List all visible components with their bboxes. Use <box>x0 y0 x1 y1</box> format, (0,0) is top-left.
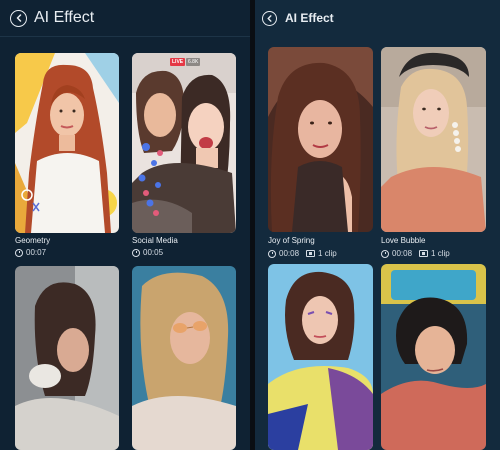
back-button[interactable] <box>262 10 277 26</box>
effect-thumbnail <box>381 264 486 450</box>
effect-card[interactable] <box>268 264 373 450</box>
effect-clips: 1 clip <box>431 249 450 258</box>
clock-icon <box>15 248 23 257</box>
page-title: AI Effect <box>285 11 334 25</box>
left-header: AI Effect <box>0 0 250 37</box>
film-icon <box>306 250 316 257</box>
effect-card-joy-of-spring[interactable] <box>268 47 373 232</box>
effect-meta: 00:08 1 clip <box>381 249 450 258</box>
effect-thumbnail <box>132 53 236 233</box>
effect-thumbnail <box>268 264 373 450</box>
right-header: AI Effect <box>255 0 500 36</box>
effect-card[interactable] <box>132 266 236 450</box>
effect-thumbnail <box>268 47 373 232</box>
film-icon <box>419 250 429 257</box>
clock-icon <box>268 249 276 258</box>
effect-meta: 00:08 1 clip <box>268 249 337 258</box>
effect-clips: 1 clip <box>318 249 337 258</box>
effect-thumbnail <box>132 266 236 450</box>
right-screen: AI Effect Joy of Spring 00:08 1 clip Lov… <box>255 0 500 450</box>
effect-duration: 00:08 <box>392 249 413 258</box>
effect-meta: 00:07 <box>15 248 46 257</box>
back-button[interactable] <box>10 9 27 27</box>
effect-card[interactable] <box>15 266 119 450</box>
back-arrow-icon <box>267 14 272 22</box>
effect-duration: 00:07 <box>26 248 47 257</box>
effect-thumbnail <box>381 47 486 232</box>
left-screen: AI Effect Geometry 00:07 LIVE 6.8K Socia… <box>0 0 250 450</box>
clock-icon <box>132 248 140 257</box>
back-arrow-icon <box>16 14 21 22</box>
effect-name: Love Bubble <box>381 236 426 245</box>
effect-thumbnail <box>15 53 119 233</box>
effect-thumbnail <box>15 266 119 450</box>
effect-meta: 00:05 <box>132 248 163 257</box>
effect-name: Joy of Spring <box>268 236 315 245</box>
effect-card[interactable] <box>381 264 486 450</box>
live-badge: LIVE <box>170 58 186 66</box>
clock-icon <box>381 249 389 258</box>
effect-card-love-bubble[interactable] <box>381 47 486 232</box>
effect-card-social-media[interactable]: LIVE 6.8K <box>132 53 236 233</box>
effect-duration: 00:05 <box>143 248 164 257</box>
viewer-count: 6.8K <box>186 58 201 66</box>
effect-name: Social Media <box>132 236 178 245</box>
effect-card-geometry[interactable] <box>15 53 119 233</box>
effect-name: Geometry <box>15 236 51 245</box>
page-title: AI Effect <box>34 9 95 26</box>
effect-duration: 00:08 <box>279 249 300 258</box>
